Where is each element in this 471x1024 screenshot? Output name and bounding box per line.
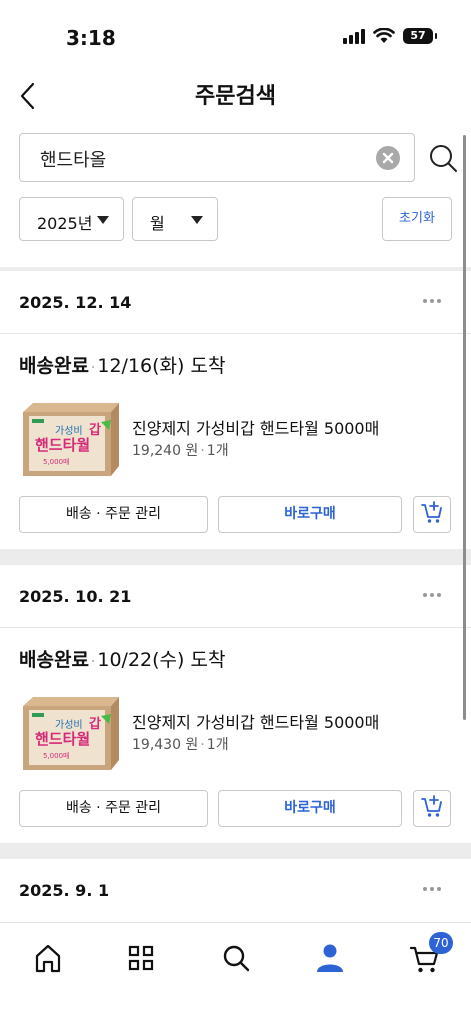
arrival-date: 12/16(화) 도착 [97, 355, 226, 377]
delivery-status: 배송완료 · 12/16(화) 도착 [19, 355, 226, 377]
tab-home[interactable] [28, 940, 68, 976]
quantity: 1개 [206, 443, 229, 459]
scrollbar[interactable] [463, 135, 466, 720]
product-price: 19,240 원 · 1개 [132, 443, 229, 459]
tab-search[interactable] [216, 940, 256, 976]
month-select-value: 월 [150, 214, 165, 233]
month-select[interactable]: 월 [132, 197, 218, 241]
more-options-button[interactable] [423, 883, 447, 895]
manage-order-button[interactable]: 배송 · 주문 관리 [19, 790, 208, 827]
status-time: 3:18 [66, 26, 116, 50]
year-select-value: 2025년 [37, 214, 93, 233]
search-query-text: 핸드타올 [40, 150, 107, 171]
clear-search-button[interactable] [376, 146, 400, 170]
delivery-status: 배송완료 · 10/22(수) 도착 [19, 649, 226, 671]
add-to-cart-button[interactable] [413, 790, 451, 827]
svg-text:갑: 갑 [89, 422, 101, 438]
product-image[interactable]: 가성비 갑 핸드타월 5,000매 [19, 694, 119, 772]
order-date: 2025. 10. 21 [19, 587, 132, 606]
close-icon [382, 152, 394, 164]
divider [0, 333, 471, 334]
more-options-button[interactable] [423, 589, 447, 601]
wifi-icon [373, 28, 395, 43]
header: 주문검색 [0, 70, 471, 120]
product-price: 19,430 원 · 1개 [132, 737, 229, 753]
delivery-status-label: 배송완료 [19, 355, 89, 377]
quantity: 1개 [206, 737, 229, 753]
status-icons: 57 [343, 28, 437, 44]
product-box-text: 5,000매 [43, 752, 69, 760]
more-options-button[interactable] [423, 295, 447, 307]
cellular-signal-icon [343, 28, 365, 44]
caret-down-icon [97, 216, 109, 224]
search-icon [430, 145, 457, 172]
search-button[interactable] [427, 142, 459, 174]
product-box-text: 5,000매 [43, 458, 69, 466]
order-card: 2025. 9. 1 [0, 859, 471, 922]
page-title: 주문검색 [195, 84, 276, 109]
tab-my-page[interactable] [310, 940, 350, 976]
delivery-status-label: 배송완료 [19, 649, 89, 671]
cart-plus-icon [421, 795, 442, 817]
product-name[interactable]: 진양제지 가성비갑 핸드타월 5000매 [132, 415, 379, 439]
battery-icon: 57 [403, 28, 437, 44]
buy-again-button[interactable]: 바로구매 [218, 496, 402, 533]
order-card: 2025. 10. 21 배송완료 · 10/22(수) 도착 가성비 갑 핸드타월… [0, 565, 471, 843]
manage-order-button[interactable]: 배송 · 주문 관리 [19, 496, 208, 533]
product-box-text: 핸드타월 [35, 730, 90, 748]
search-area: 핸드타올 2025년 월 초기화 [0, 120, 471, 267]
arrival-date: 10/22(수) 도착 [97, 649, 226, 671]
order-card: 2025. 12. 14 배송완료 · 12/16(화) 도착 가성비 갑 핸드타월… [0, 271, 471, 549]
product-image[interactable]: 가성비 갑 핸드타월 5,000매 [19, 400, 119, 478]
grid-icon [128, 945, 154, 971]
tab-categories[interactable] [121, 940, 161, 976]
home-icon [35, 944, 61, 973]
cart-plus-icon [421, 501, 442, 523]
cart-count-badge: 70 [429, 932, 453, 954]
product-name[interactable]: 진양제지 가성비갑 핸드타월 5000매 [132, 709, 379, 733]
price: 19,240 원 [132, 443, 199, 459]
buy-again-button[interactable]: 바로구매 [218, 790, 402, 827]
status-bar: 3:18 57 [0, 0, 471, 70]
svg-text:갑: 갑 [89, 716, 101, 732]
search-icon [223, 945, 250, 972]
order-date: 2025. 9. 1 [19, 881, 110, 900]
order-date: 2025. 12. 14 [19, 293, 132, 312]
user-icon [317, 944, 343, 972]
divider [0, 627, 471, 628]
year-select[interactable]: 2025년 [19, 197, 124, 241]
tab-bar [0, 922, 471, 1024]
search-input[interactable]: 핸드타올 [19, 133, 415, 182]
reset-button[interactable]: 초기화 [382, 197, 452, 241]
price: 19,430 원 [132, 737, 199, 753]
product-box-text: 핸드타월 [35, 436, 90, 454]
add-to-cart-button[interactable] [413, 496, 451, 533]
caret-down-icon [191, 216, 203, 224]
